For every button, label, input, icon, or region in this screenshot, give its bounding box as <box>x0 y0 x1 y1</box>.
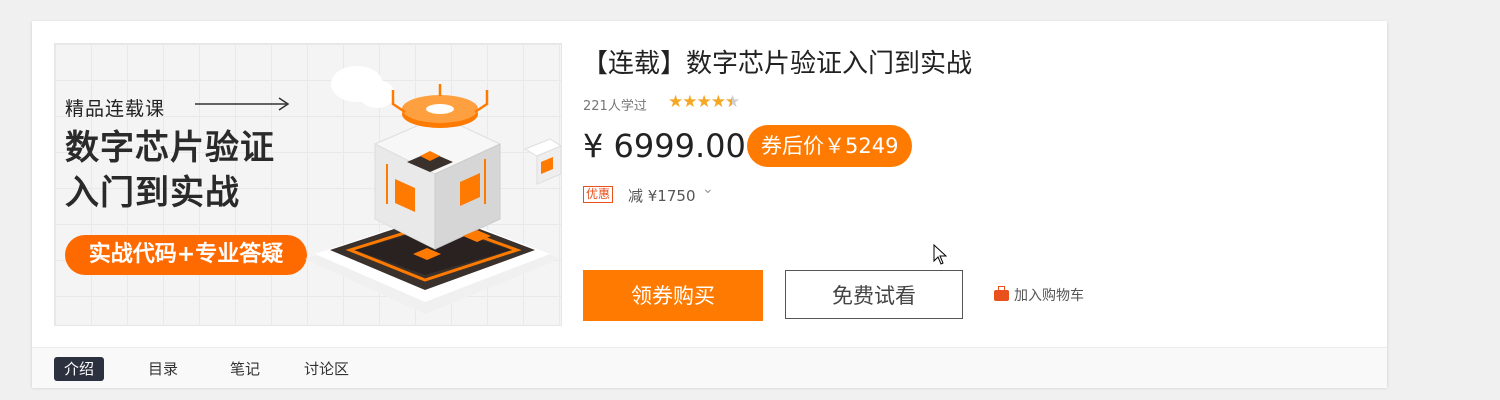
star-icon: ★ <box>696 92 712 112</box>
star-rating: ★★★★★ <box>668 92 740 112</box>
learner-count: 221人学过 <box>583 99 647 114</box>
discount-tag: 优惠 <box>583 186 614 203</box>
course-cover-image[interactable]: 精品连载课 数字芯片验证 入门到实战 实战代码+专业答疑 <box>54 43 562 326</box>
star-icon: ★ <box>668 92 683 112</box>
cover-title-line1: 数字芯片验证 <box>65 128 275 168</box>
star-icon: ★ <box>682 92 697 112</box>
chevron-down-icon[interactable]: ⌄ <box>702 181 714 197</box>
arrow-right-icon <box>195 97 290 111</box>
add-to-cart-label: 加入购物车 <box>1014 288 1084 304</box>
half-star-icon: ★ <box>725 92 740 112</box>
discount-dropdown[interactable]: 减 ¥1750 <box>628 185 696 206</box>
course-title: 【连载】数字芯片验证入门到实战 <box>582 49 973 79</box>
buy-with-coupon-button[interactable]: 领券购买 <box>583 270 763 321</box>
tab-notes[interactable]: 笔记 <box>220 357 270 381</box>
coupon-price-badge[interactable]: 券后价￥5249 <box>747 125 913 167</box>
cover-title-line2: 入门到实战 <box>65 173 240 213</box>
tab-intro[interactable]: 介绍 <box>54 357 105 381</box>
add-to-cart-link[interactable]: 加入购物车 <box>994 285 1084 305</box>
mouse-cursor-icon <box>933 244 947 265</box>
star-icon: ★ <box>710 92 726 112</box>
chip-illustration <box>305 66 561 314</box>
course-card: 精品连载课 数字芯片验证 入门到实战 实战代码+专业答疑 【连载】数字芯片验证入… <box>32 21 1387 388</box>
cart-icon <box>994 286 1009 301</box>
tab-catalog[interactable]: 目录 <box>138 357 188 381</box>
course-tab-bar: 介绍 目录 笔记 讨论区 <box>32 347 1387 388</box>
price: ¥ 6999.00 <box>583 127 746 165</box>
free-trial-button[interactable]: 免费试看 <box>785 270 963 319</box>
cover-pill: 实战代码+专业答疑 <box>65 235 307 275</box>
cover-title: 数字芯片验证 入门到实战 <box>65 126 275 216</box>
tab-discussion[interactable]: 讨论区 <box>294 357 359 381</box>
cover-tag: 精品连载课 <box>65 98 166 120</box>
